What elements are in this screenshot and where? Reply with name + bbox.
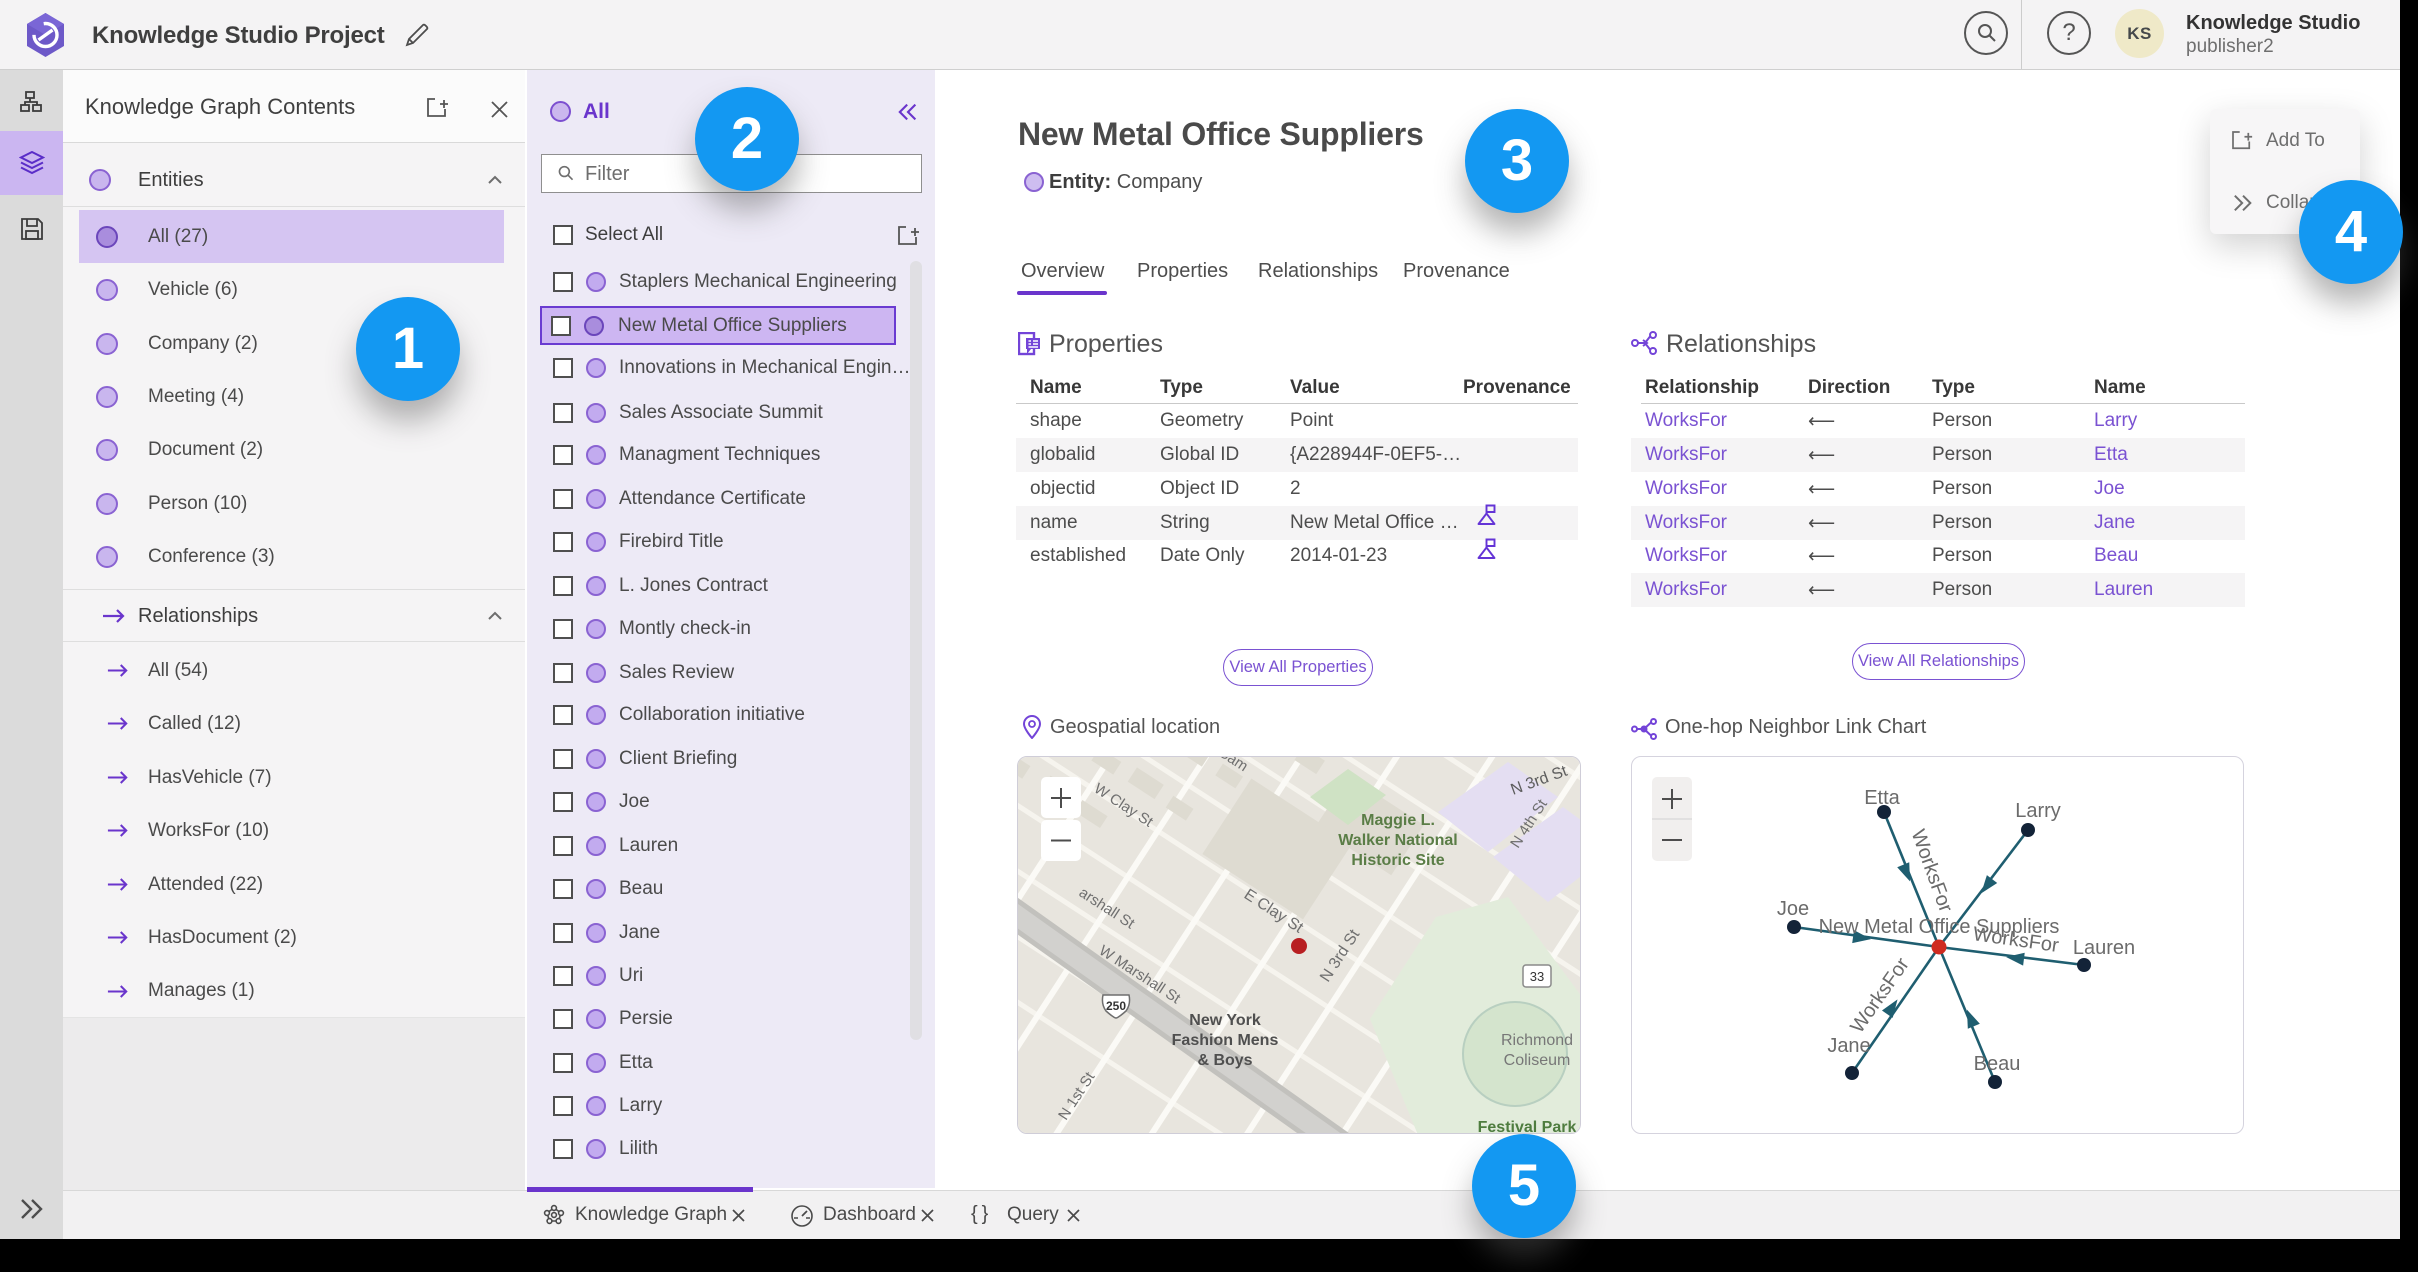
svg-text:Richmond: Richmond [1501,1032,1573,1049]
svg-text:33: 33 [1530,969,1544,984]
svg-text:New York: New York [1189,1012,1261,1029]
svg-text:WorksFor: WorksFor [1846,954,1914,1038]
svg-text:Historic Site: Historic Site [1351,852,1444,869]
svg-text:WorksFor: WorksFor [1907,827,1957,916]
svg-text:Maggie L.: Maggie L. [1361,812,1435,829]
svg-text:Festival Park: Festival Park [1478,1119,1577,1134]
svg-text:250: 250 [1106,999,1126,1013]
svg-text:Beau: Beau [1974,1053,2021,1075]
svg-text:Lauren: Lauren [2073,937,2135,959]
svg-text:Coliseum: Coliseum [1504,1052,1571,1069]
svg-text:& Boys: & Boys [1197,1052,1252,1069]
svg-text:Jane: Jane [1827,1035,1870,1057]
svg-text:Walker National: Walker National [1338,832,1457,849]
svg-text:Larry: Larry [2015,800,2061,822]
svg-text:Fashion Mens: Fashion Mens [1172,1032,1279,1049]
svg-text:Etta: Etta [1864,787,1900,809]
svg-text:Joe: Joe [1777,898,1809,920]
